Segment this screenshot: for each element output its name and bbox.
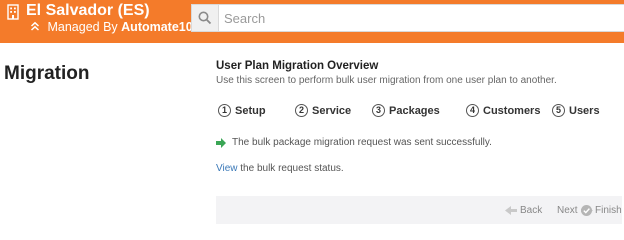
chevron-double-up-icon <box>30 20 44 34</box>
managed-by: Managed By Automate101 <box>30 20 200 34</box>
step-label: Packages <box>389 104 440 117</box>
step-packages[interactable]: 3 Packages <box>372 104 440 117</box>
step-number: 2 <box>295 104 308 117</box>
managed-by-name[interactable]: Automate101 <box>121 20 200 34</box>
step-number: 5 <box>552 104 565 117</box>
view-status-text: the bulk request status. <box>237 163 344 174</box>
step-number: 4 <box>466 104 479 117</box>
top-bar: El Salvador (ES) Managed By Automate101 <box>0 0 624 43</box>
check-circle-icon <box>581 205 592 216</box>
view-status-line: View the bulk request status. <box>216 163 344 174</box>
next-label: Next <box>557 205 578 216</box>
overview-description: Use this screen to perform bulk user mig… <box>216 75 557 86</box>
step-number: 1 <box>218 104 231 117</box>
step-label: Customers <box>483 104 541 117</box>
overview-title: User Plan Migration Overview <box>216 60 379 72</box>
org-name[interactable]: El Salvador (ES) <box>26 2 150 20</box>
success-text: The bulk package migration request was s… <box>232 137 492 148</box>
step-number: 3 <box>372 104 385 117</box>
success-message: The bulk package migration request was s… <box>216 137 492 148</box>
search-button[interactable] <box>192 5 219 31</box>
back-label: Back <box>520 205 543 216</box>
back-button[interactable]: Back <box>505 205 542 216</box>
page-title: Migration <box>4 63 90 84</box>
step-label: Users <box>569 104 600 117</box>
wizard-footer: Back Next Finish <box>216 196 622 224</box>
search-input[interactable] <box>224 8 604 28</box>
view-link[interactable]: View <box>216 163 238 174</box>
search-box <box>191 4 624 32</box>
arrow-left-icon <box>505 206 517 215</box>
finish-label: Finish <box>595 205 622 216</box>
managed-by-prefix: Managed By <box>47 20 118 34</box>
search-icon <box>198 11 212 25</box>
step-label: Setup <box>235 104 266 117</box>
step-label: Service <box>312 104 352 117</box>
step-service[interactable]: 2 Service <box>295 104 351 117</box>
step-users[interactable]: 5 Users <box>552 104 600 117</box>
finish-button[interactable]: Finish <box>581 205 622 216</box>
step-customers[interactable]: 4 Customers <box>466 104 540 117</box>
arrow-right-icon <box>216 137 226 148</box>
building-icon <box>6 4 20 25</box>
step-setup[interactable]: 1 Setup <box>218 104 266 117</box>
